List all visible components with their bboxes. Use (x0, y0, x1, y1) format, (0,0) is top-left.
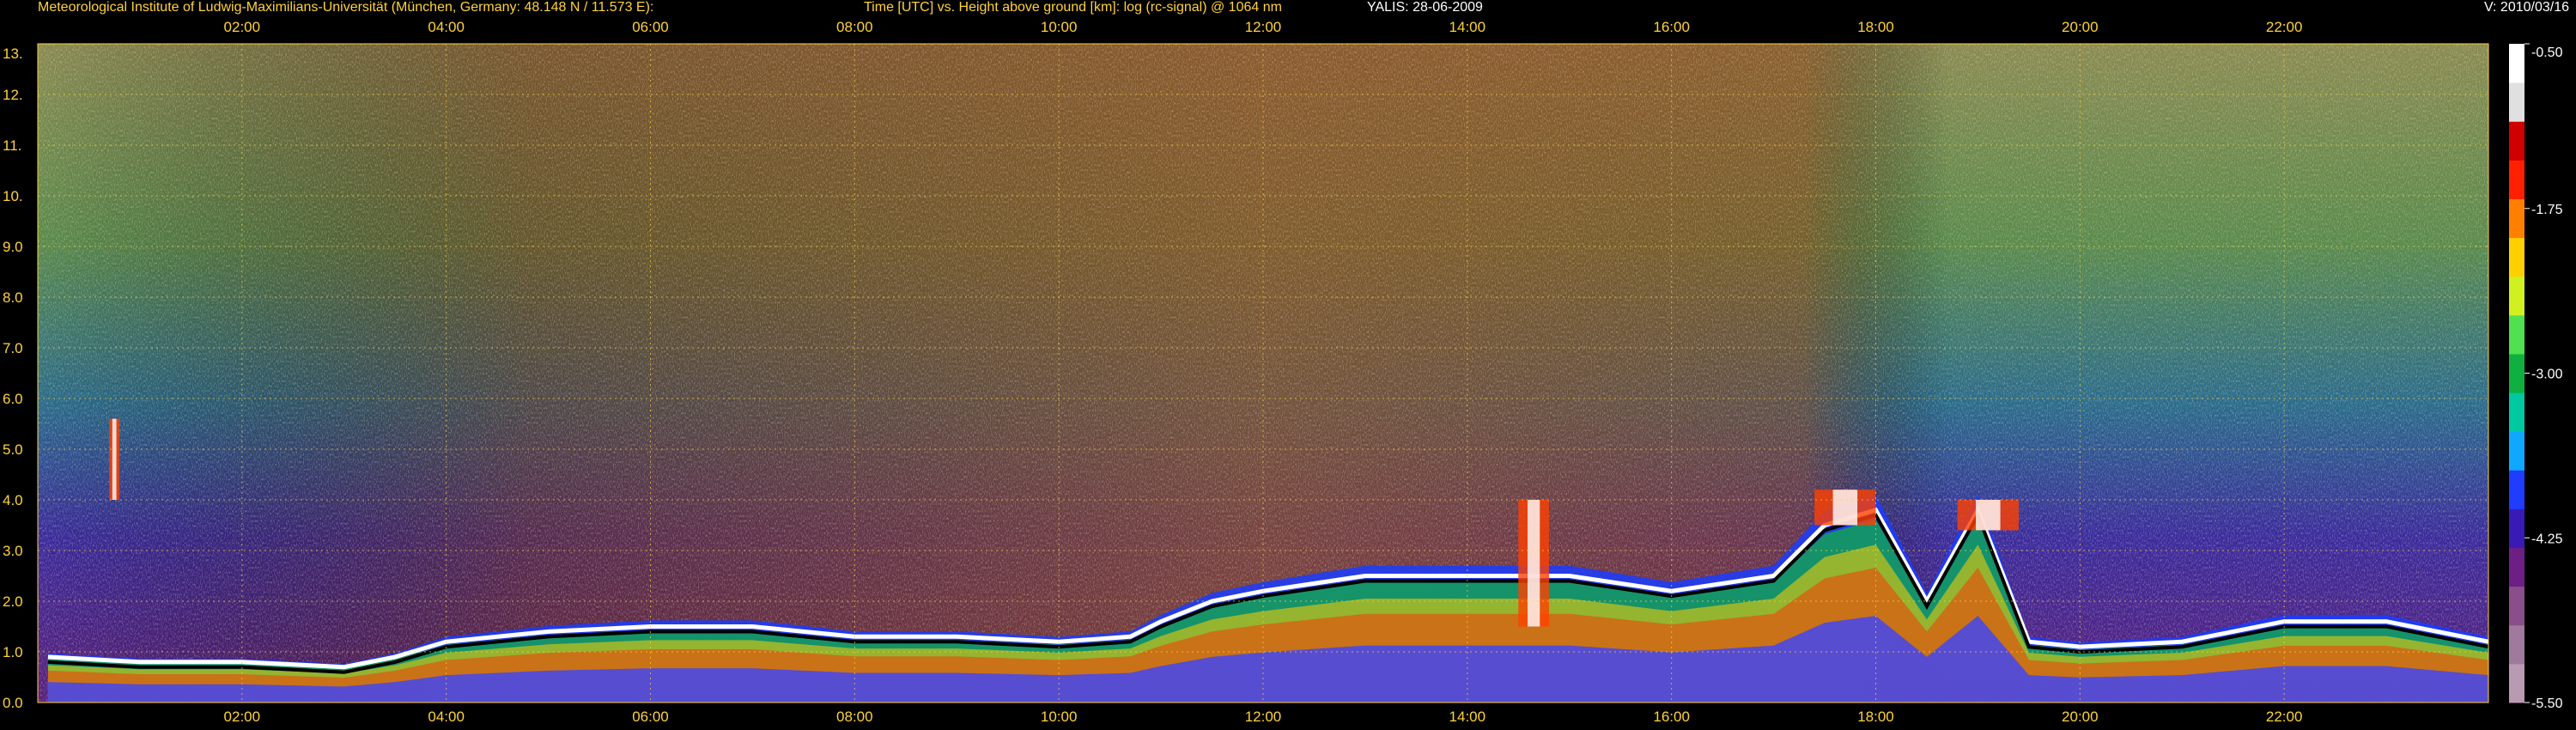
x-axis-top: 02:00 04:00 06:00 08:00 10:00 12:00 14:00 16:00… (224, 19, 2303, 35)
y-tick-label: 11. (3, 137, 21, 154)
y-tick-label: 13. (3, 46, 23, 62)
y-tick-label: 12. (3, 87, 23, 103)
colorbar-swatch (2509, 547, 2524, 587)
y-tick-label: 4.0 (3, 492, 23, 508)
x-tick-label-top: 16:00 (1653, 19, 1690, 35)
colorbar: -0.50 -1.75 -3.00 -4.25 -5.50 (2509, 43, 2563, 711)
x-tick-label-bottom: 18:00 (1857, 709, 1894, 725)
y-axis: 0.0 1.0 2.0 3.0 4.0 5.0 6.0 7.0 8.0 9.0 10. 11. 12. 1… (3, 46, 23, 711)
x-tick-label-top: 08:00 (836, 19, 873, 35)
x-tick-label-bottom: 20:00 (2062, 709, 2099, 725)
y-tick-label: 0.0 (3, 695, 23, 711)
x-tick-label-top: 10:00 (1041, 19, 1078, 35)
colorbar-tick-label: -1.75 (2531, 203, 2563, 217)
elevated-layer-core-2 (1832, 490, 1858, 526)
colorbar-tick-label: -0.50 (2531, 46, 2563, 60)
colorbar-swatch (2509, 392, 2524, 432)
colorbar-swatch (2509, 663, 2524, 703)
colorbar-swatch (2509, 508, 2524, 549)
x-tick-label-top: 06:00 (632, 19, 669, 35)
x-tick-label-top: 22:00 (2266, 19, 2303, 35)
colorbar-swatch (2509, 624, 2524, 665)
colorbar-swatch (2509, 314, 2524, 355)
x-tick-label-top: 04:00 (428, 19, 465, 35)
colorbar-tick-label: -5.50 (2531, 697, 2563, 711)
colorbar-swatch (2509, 276, 2524, 316)
x-tick-label-bottom: 10:00 (1041, 709, 1078, 725)
colorbar-swatch (2509, 44, 2524, 83)
x-tick-label-bottom: 08:00 (836, 709, 873, 725)
y-tick-label: 9.0 (3, 239, 23, 255)
colorbar-swatch (2509, 586, 2524, 626)
x-tick-label-bottom: 04:00 (428, 709, 465, 725)
lidar-heatmap-chart: 02:00 04:00 06:00 08:00 10:00 12:00 14:00 16:00… (3, 19, 2563, 725)
y-tick-label: 2.0 (3, 593, 23, 610)
x-tick-label-top: 14:00 (1449, 19, 1486, 35)
y-tick-label: 3.0 (3, 543, 23, 559)
x-tick-label-bottom: 12:00 (1245, 709, 1282, 725)
y-tick-label: 7.0 (3, 340, 23, 356)
x-tick-label-bottom: 02:00 (224, 709, 261, 725)
colorbar-swatch (2509, 237, 2524, 277)
elevated-layer-core-3 (1976, 500, 2001, 531)
elevated-layer-core-0 (112, 418, 117, 500)
y-tick-label: 10. (3, 188, 23, 204)
colorbar-tick-label: -4.25 (2531, 532, 2563, 546)
y-tick-label: 8.0 (3, 289, 23, 306)
x-tick-label-top: 20:00 (2062, 19, 2099, 35)
x-tick-label-top: 02:00 (224, 19, 261, 35)
colorbar-swatch (2509, 470, 2524, 509)
y-tick-label: 5.0 (3, 441, 23, 458)
x-tick-label-bottom: 14:00 (1449, 709, 1486, 725)
y-tick-label: 1.0 (3, 644, 23, 660)
x-tick-label-bottom: 22:00 (2266, 709, 2303, 725)
colorbar-swatch (2509, 431, 2524, 471)
colorbar-swatch (2509, 198, 2524, 239)
colorbar-swatch (2509, 121, 2524, 161)
x-axis-bottom: 02:00 04:00 06:00 08:00 10:00 12:00 14:00 16:00… (224, 709, 2303, 725)
colorbar-swatch (2509, 82, 2524, 122)
colorbar-tick-label: -3.00 (2531, 368, 2563, 382)
x-tick-label-top: 18:00 (1857, 19, 1894, 35)
x-tick-label-bottom: 06:00 (632, 709, 669, 725)
y-tick-label: 6.0 (3, 391, 23, 407)
elevated-layer-core-1 (1527, 500, 1540, 627)
colorbar-swatch (2509, 160, 2524, 199)
x-tick-label-top: 12:00 (1245, 19, 1282, 35)
colorbar-swatch (2509, 353, 2524, 393)
x-tick-label-bottom: 16:00 (1653, 709, 1690, 725)
